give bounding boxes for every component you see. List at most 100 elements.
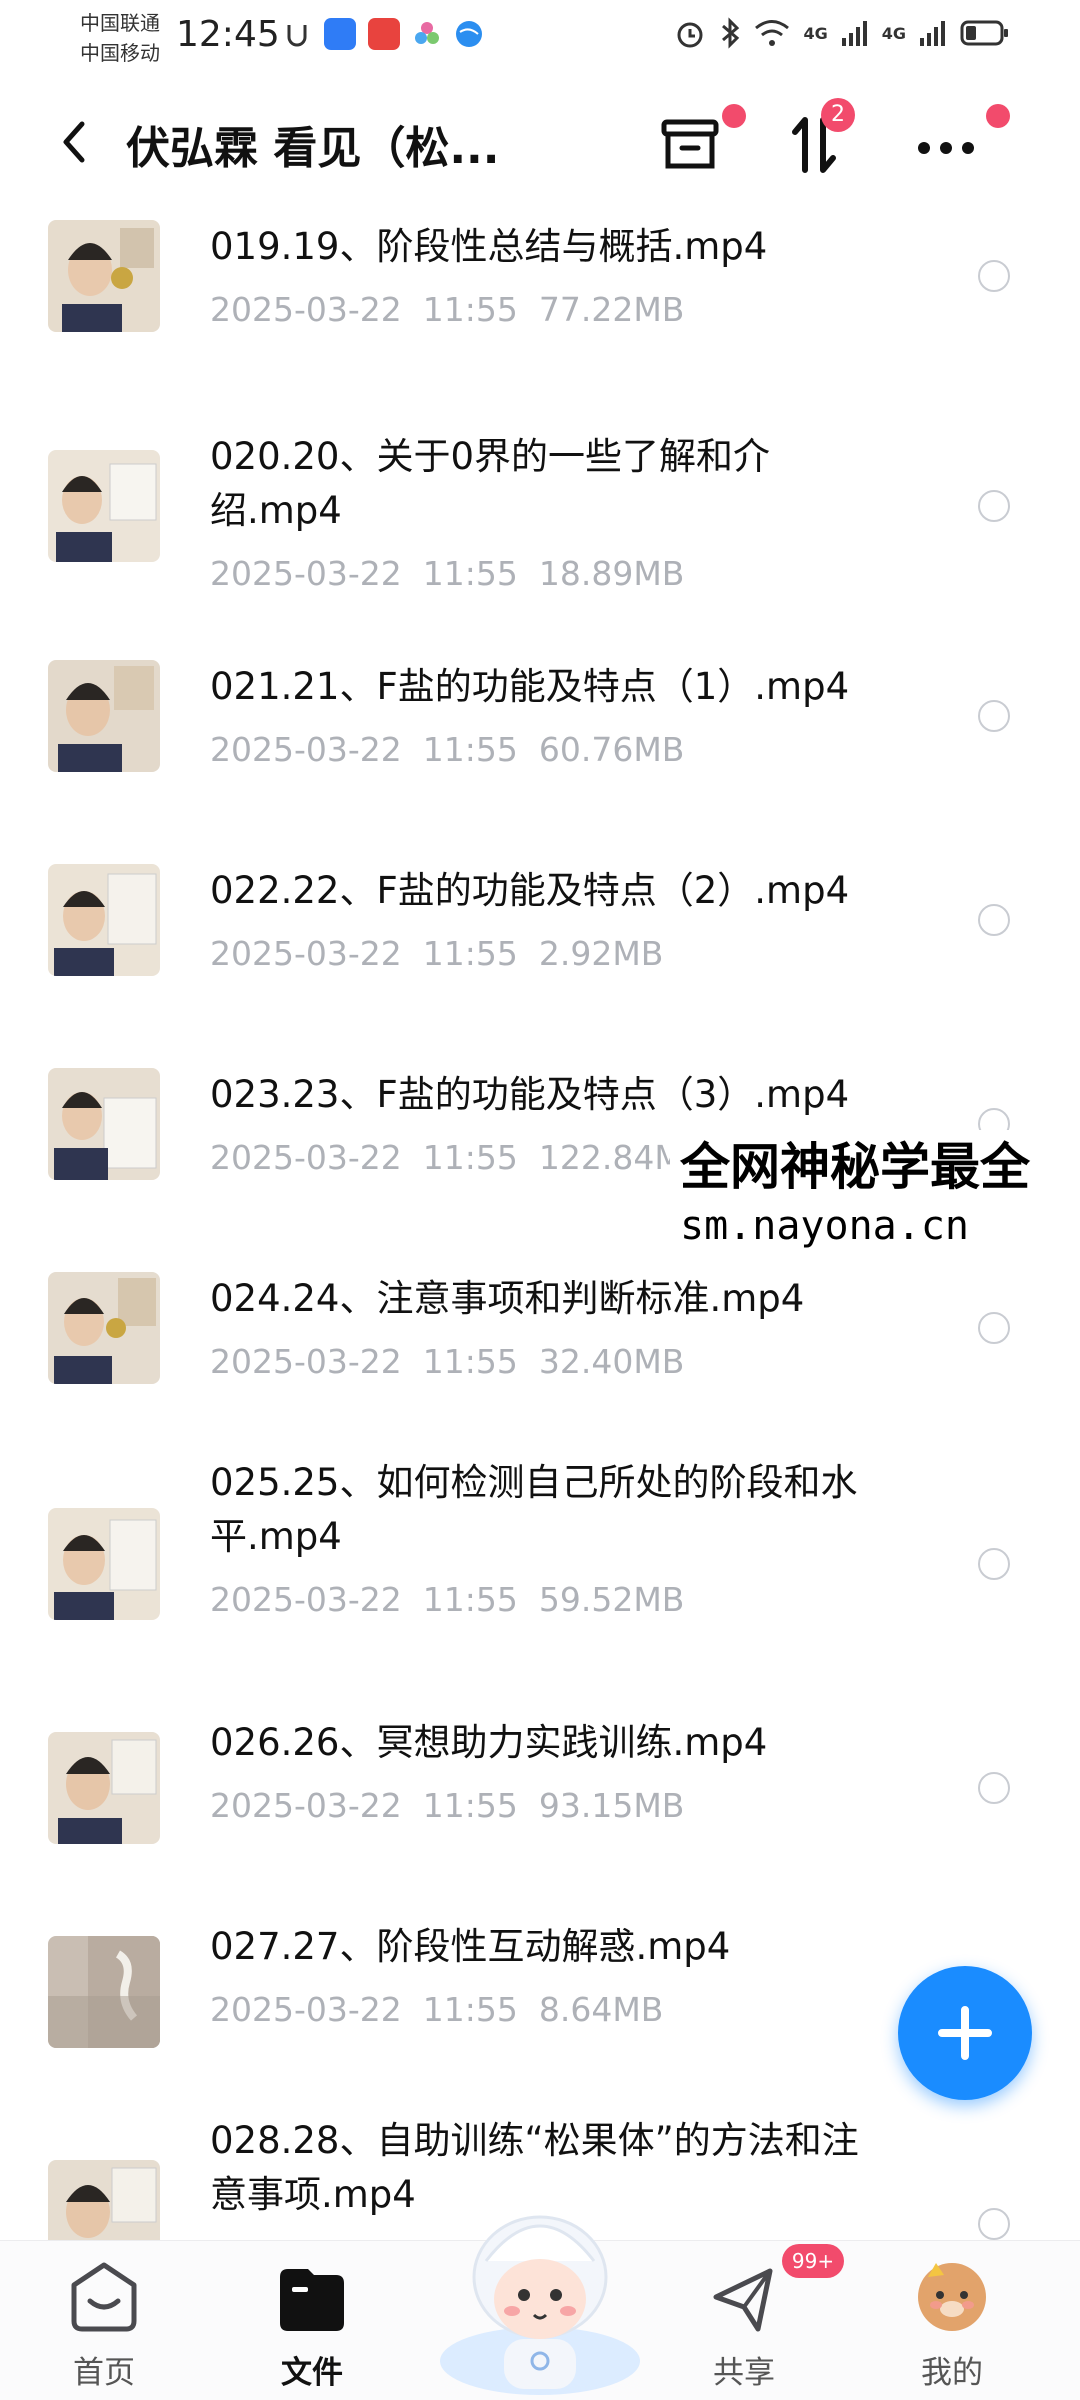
video-thumbnail <box>48 220 160 332</box>
nav-files[interactable]: 文件 <box>232 2241 392 2400</box>
status-time: 12:45 <box>176 14 280 55</box>
signal-icon-2 <box>920 21 945 46</box>
video-thumbnail <box>48 660 160 772</box>
home-icon <box>71 2262 137 2332</box>
file-name: 026.26、冥想助力实践训练.mp4 <box>210 1721 768 1764</box>
chevron-left-icon <box>63 121 85 163</box>
video-thumbnail <box>48 1936 160 2048</box>
file-name: 027.27、阶段性互动解惑.mp4 <box>210 1925 731 1968</box>
file-date: 2025-03-22 <box>210 730 402 769</box>
file-meta: 2025-03-22 11:55 93.15MB <box>210 1786 684 1825</box>
select-radio[interactable] <box>978 490 1010 522</box>
file-time: 11:55 <box>422 934 518 973</box>
nav-mine[interactable]: 我的 <box>872 2241 1032 2400</box>
select-radio[interactable] <box>978 260 1010 292</box>
file-meta: 2025-03-22 11:55 8.64MB <box>210 1990 663 2029</box>
select-radio[interactable] <box>978 2208 1010 2240</box>
nav-home-label: 首页 <box>73 2355 135 2391</box>
select-radio[interactable] <box>978 1772 1010 1804</box>
file-meta: 2025-03-22 11:55 59.52MB <box>210 1580 684 1619</box>
notification-icons <box>282 18 484 50</box>
transfer-list-button[interactable] <box>650 104 746 180</box>
watermark-line-1: 全网神秘学最全 <box>680 1138 1030 1196</box>
file-date: 2025-03-22 <box>210 1786 402 1825</box>
alarm-notification-icon <box>287 25 307 47</box>
more-dots-icon <box>918 142 974 154</box>
file-meta: 2025-03-22 11:55 122.84MB <box>210 1138 705 1177</box>
video-thumbnail <box>48 1272 160 1384</box>
file-name: 024.24、注意事项和判断标准.mp4 <box>210 1277 805 1320</box>
file-time: 11:55 <box>422 1786 518 1825</box>
share-badge: 99+ <box>782 2244 844 2278</box>
file-meta: 2025-03-22 11:55 77.22MB <box>210 290 684 329</box>
file-date: 2025-03-22 <box>210 1138 402 1177</box>
mascot-icon <box>440 2215 640 2395</box>
network-type-1: 4G <box>803 23 828 43</box>
add-button[interactable] <box>898 1966 1032 2100</box>
select-radio[interactable] <box>978 1548 1010 1580</box>
select-radio[interactable] <box>978 1312 1010 1344</box>
select-radio[interactable] <box>978 904 1010 936</box>
file-date: 2025-03-22 <box>210 1990 402 2029</box>
nav-share-label: 共享 <box>713 2355 775 2391</box>
wifi-icon <box>755 20 790 46</box>
alarm-icon <box>677 22 703 48</box>
folder-title: 伏弘霖 看见（松... <box>126 123 500 174</box>
huawei-notification-icon <box>368 18 400 50</box>
file-size: 2.92MB <box>538 934 664 973</box>
nav-mine-label: 我的 <box>921 2355 983 2391</box>
signal-icon-1 <box>841 21 867 46</box>
bluetooth-icon <box>722 17 740 49</box>
file-size: 93.15MB <box>538 1786 685 1825</box>
select-radio[interactable] <box>978 700 1010 732</box>
video-thumbnail <box>48 2160 160 2240</box>
folder-icon <box>280 2269 344 2331</box>
file-meta: 2025-03-22 11:55 2.92MB <box>210 934 663 973</box>
nav-home[interactable]: 首页 <box>24 2241 184 2400</box>
file-meta: 2025-03-22 11:55 60.76MB <box>210 730 684 769</box>
system-icons: 4G 4G <box>673 16 1010 50</box>
avatar-icon <box>918 2263 986 2331</box>
file-date: 2025-03-22 <box>210 934 402 973</box>
plus-icon <box>938 2006 992 2060</box>
status-bar: 中国联通 中国移动 12:45 4G 4G <box>0 0 1080 80</box>
watermark-line-2: sm.nayona.cn <box>680 1203 969 1249</box>
file-name: 025.25、如何检测自己所处的阶段和水平.mp4 <box>210 1461 858 1558</box>
sort-button[interactable]: 2 <box>775 98 855 180</box>
file-size: 77.22MB <box>538 290 685 329</box>
nav-files-label: 文件 <box>281 2355 343 2391</box>
video-thumbnail <box>48 1732 160 1844</box>
transfer-box-icon <box>661 119 719 169</box>
file-date: 2025-03-22 <box>210 554 402 593</box>
watermark-overlay: 全网神秘学最全 sm.nayona.cn <box>670 1130 1080 1258</box>
file-time: 11:55 <box>422 1990 518 2029</box>
file-date: 2025-03-22 <box>210 1342 402 1381</box>
file-name: 021.21、F盐的功能及特点（1）.mp4 <box>210 665 850 708</box>
file-size: 8.64MB <box>538 1990 664 2029</box>
back-button[interactable] <box>50 112 100 172</box>
file-meta: 2025-03-22 11:55 18.89MB <box>210 554 684 593</box>
file-name: 019.19、阶段性总结与概括.mp4 <box>210 225 768 268</box>
file-size: 60.76MB <box>538 730 685 769</box>
network-type-2: 4G <box>881 23 906 43</box>
file-time: 11:55 <box>422 554 518 593</box>
video-thumbnail <box>48 450 160 562</box>
carrier-2: 中国移动 <box>80 41 160 65</box>
file-size: 32.40MB <box>538 1342 685 1381</box>
globe-notification-icon <box>456 21 482 47</box>
video-thumbnail <box>48 1508 160 1620</box>
file-name: 020.20、关于0界的一些了解和介绍.mp4 <box>210 435 771 532</box>
bottom-navigation: 首页 文件 共享 我的 <box>0 2215 1080 2400</box>
top-bar: 伏弘霖 看见（松... 2 <box>0 90 1080 200</box>
transfer-badge-dot <box>722 104 746 128</box>
more-button[interactable] <box>906 104 1010 180</box>
sort-badge: 2 <box>821 98 855 132</box>
file-time: 11:55 <box>422 290 518 329</box>
file-date: 2025-03-22 <box>210 1580 402 1619</box>
cluster-notification-icon <box>415 22 439 44</box>
more-badge-dot <box>986 104 1010 128</box>
app-notification-icon <box>324 18 356 50</box>
file-meta: 2025-03-22 11:55 32.40MB <box>210 1342 684 1381</box>
file-date: 2025-03-22 <box>210 290 402 329</box>
assistant-mascot-button[interactable] <box>430 2181 650 2400</box>
